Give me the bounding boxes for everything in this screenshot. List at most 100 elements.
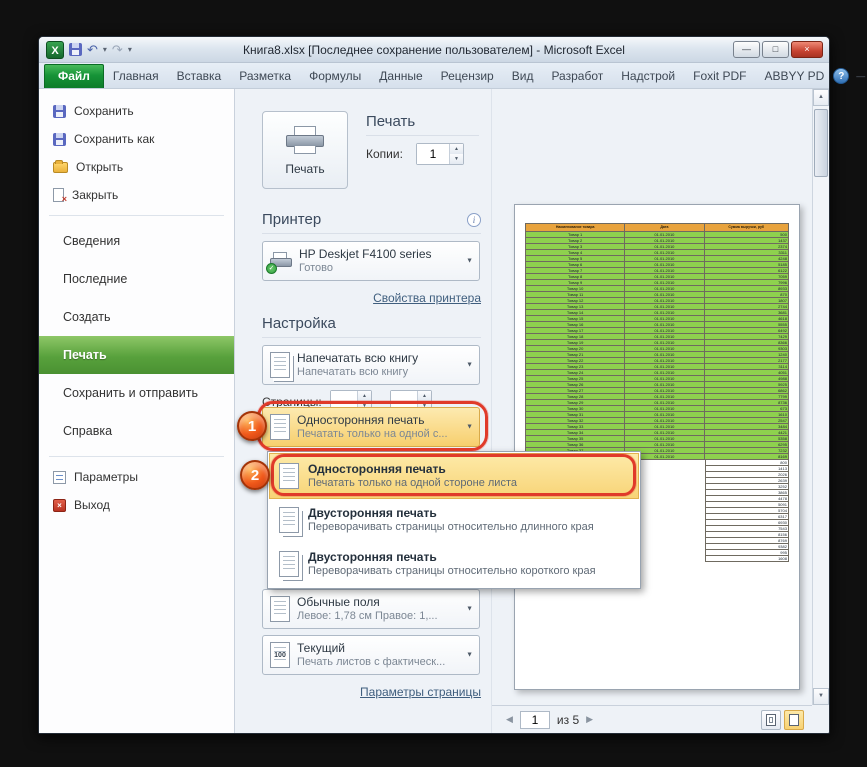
sidebar-item-recent[interactable]: Последние [39,260,234,298]
undo-caret-icon[interactable]: ▾ [103,45,107,54]
tab-foxit-pdf[interactable]: Foxit PDF [684,65,755,88]
copies-input[interactable] [417,144,449,164]
zoom-to-page-button[interactable] [784,710,804,730]
pages-to-up-icon[interactable]: ▲ [418,391,431,401]
redo-icon[interactable]: ↷ [112,43,123,56]
sidebar-item-save[interactable]: Сохранить [39,97,234,125]
scale-100-sheet-icon: 100 [270,642,290,668]
quick-access-toolbar: X ↶ ▾ ↷ ▾ [39,41,132,59]
backstage-nav: Сохранить Сохранить как Открыть × Закрыт… [39,89,235,733]
menu-item-one-sided[interactable]: Односторонняя печать Печатать только на … [270,454,638,498]
copies-label: Копии: [366,147,403,161]
qat-customize-icon[interactable]: ▾ [128,45,132,54]
scroll-up-icon[interactable]: ▲ [813,89,829,106]
print-what-dropdown[interactable]: Напечатать всю книгу Напечатать всю книг… [262,345,480,385]
duplex-dropdown[interactable]: Односторонняя печать Печатать только на … [262,407,480,447]
copies-down-icon[interactable]: ▼ [450,154,463,164]
undo-icon[interactable]: ↶ [87,43,98,56]
open-folder-icon [53,162,68,173]
save-icon[interactable] [69,43,82,56]
tab-addins[interactable]: Надстрой [612,65,684,88]
printer-properties-link[interactable]: Свойства принтера [373,291,481,305]
tab-abbyy[interactable]: ABBYY PD [755,65,833,88]
show-margins-icon [766,714,776,726]
next-page-icon[interactable]: ▶ [586,714,593,725]
margins-title: Обычные поля [297,595,438,610]
sidebar-item-info[interactable]: Сведения [39,222,234,260]
print-button[interactable]: Печать [262,111,348,189]
section-heading-printer: Принтер [262,211,321,228]
print-what-subtitle: Напечатать всю книгу [297,366,418,379]
tab-file[interactable]: Файл [44,64,104,88]
previous-page-icon[interactable]: ◀ [506,714,513,725]
sidebar-item-open[interactable]: Открыть [39,153,234,181]
save-as-icon [53,133,66,146]
tab-data[interactable]: Данные [370,65,431,88]
copies-up-icon[interactable]: ▲ [450,144,463,154]
printer-info-icon[interactable]: i [467,213,481,227]
workbook-minimize-icon[interactable]: — [856,71,865,81]
minimize-button[interactable]: — [733,41,760,58]
tab-review[interactable]: Рецензир [432,65,503,88]
excel-window: X ↶ ▾ ↷ ▾ Книга8.xlsx [Последнее сохране… [38,36,830,734]
scaling-subtitle: Печать листов с фактическ... [297,656,445,669]
show-margins-button[interactable] [761,710,781,730]
margins-dropdown[interactable]: Обычные поля Левое: 1,78 см Правое: 1,..… [262,589,480,629]
printer-ready-check-icon: ✓ [266,263,277,274]
tab-formulas[interactable]: Формулы [300,65,370,88]
sidebar-item-label: Создать [63,310,111,324]
sidebar-item-label: Последние [63,272,127,286]
tab-view[interactable]: Вид [503,65,543,88]
maximize-button[interactable]: □ [762,41,789,58]
tab-developer[interactable]: Разработ [542,65,612,88]
ribbon-tab-row: Файл Главная Вставка Разметка Формулы Да… [39,63,829,89]
scaling-dropdown[interactable]: 100 Текущий Печать листов с фактическ...… [262,635,480,675]
nav-separator [49,456,224,457]
close-button[interactable]: × [791,41,823,58]
margins-sheet-icon [270,596,290,622]
menu-item-subtitle: Переворачивать страницы относительно дли… [308,521,594,534]
printer-select-dropdown[interactable]: ✓ HP Deskjet F4100 series Готово ▼ [262,241,480,281]
sidebar-item-label: Сведения [63,234,120,248]
window-title: Книга8.xlsx [Последнее сохранение пользо… [39,43,829,57]
tab-page-layout[interactable]: Разметка [230,65,300,88]
current-page-input[interactable] [520,711,550,729]
sidebar-item-exit[interactable]: × Выход [39,491,234,519]
preview-table-row: Наименование товараДатаСумма выручки, ру… [525,223,789,232]
menu-item-two-sided-long[interactable]: Двусторонняя печать Переворачивать стран… [270,498,638,542]
page-count-label: из 5 [557,713,579,727]
menu-item-two-sided-short[interactable]: Двусторонняя печать Переворачивать стран… [270,542,638,586]
save-icon [53,105,66,118]
help-icon[interactable]: ? [833,68,849,84]
menu-item-title: Двусторонняя печать [308,550,596,565]
titlebar: X ↶ ▾ ↷ ▾ Книга8.xlsx [Последнее сохране… [39,37,829,63]
sidebar-item-save-send[interactable]: Сохранить и отправить [39,374,234,412]
sidebar-item-new[interactable]: Создать [39,298,234,336]
excel-app-icon[interactable]: X [46,41,64,59]
sidebar-item-options[interactable]: Параметры [39,463,234,491]
sidebar-item-print[interactable]: Печать [39,336,234,374]
sidebar-item-save-as[interactable]: Сохранить как [39,125,234,153]
print-settings-panel: Печать Печать Копии: ▲ ▼ Принтер i [236,89,491,733]
duplex-dropdown-menu: Односторонняя печать Печатать только на … [267,451,641,589]
two-sided-sheet-icon [279,507,299,533]
preview-bottom-bar: ◀ из 5 ▶ [492,705,812,733]
duplex-title: Односторонняя печать [297,413,448,428]
menu-item-subtitle: Переворачивать страницы относительно кор… [308,565,596,578]
heading-rule [262,233,481,234]
copies-stepper: ▲ ▼ [416,143,464,165]
scale-badge: 100 [271,652,289,659]
tab-home[interactable]: Главная [104,65,168,88]
scroll-down-icon[interactable]: ▼ [813,688,829,705]
vertical-scrollbar[interactable]: ▲ ▼ [812,89,829,705]
tab-insert[interactable]: Вставка [168,65,231,88]
sidebar-item-label: Закрыть [72,188,118,202]
preview-zoom-controls [761,710,804,730]
pages-from-up-icon[interactable]: ▲ [358,391,371,401]
page-setup-link[interactable]: Параметры страницы [360,685,481,699]
page-navigator: ◀ из 5 ▶ [506,711,593,729]
annotation-callout-2: 2 [240,460,270,490]
sidebar-item-help[interactable]: Справка [39,412,234,450]
sidebar-item-close[interactable]: × Закрыть [39,181,234,209]
scrollbar-thumb[interactable] [814,109,828,177]
